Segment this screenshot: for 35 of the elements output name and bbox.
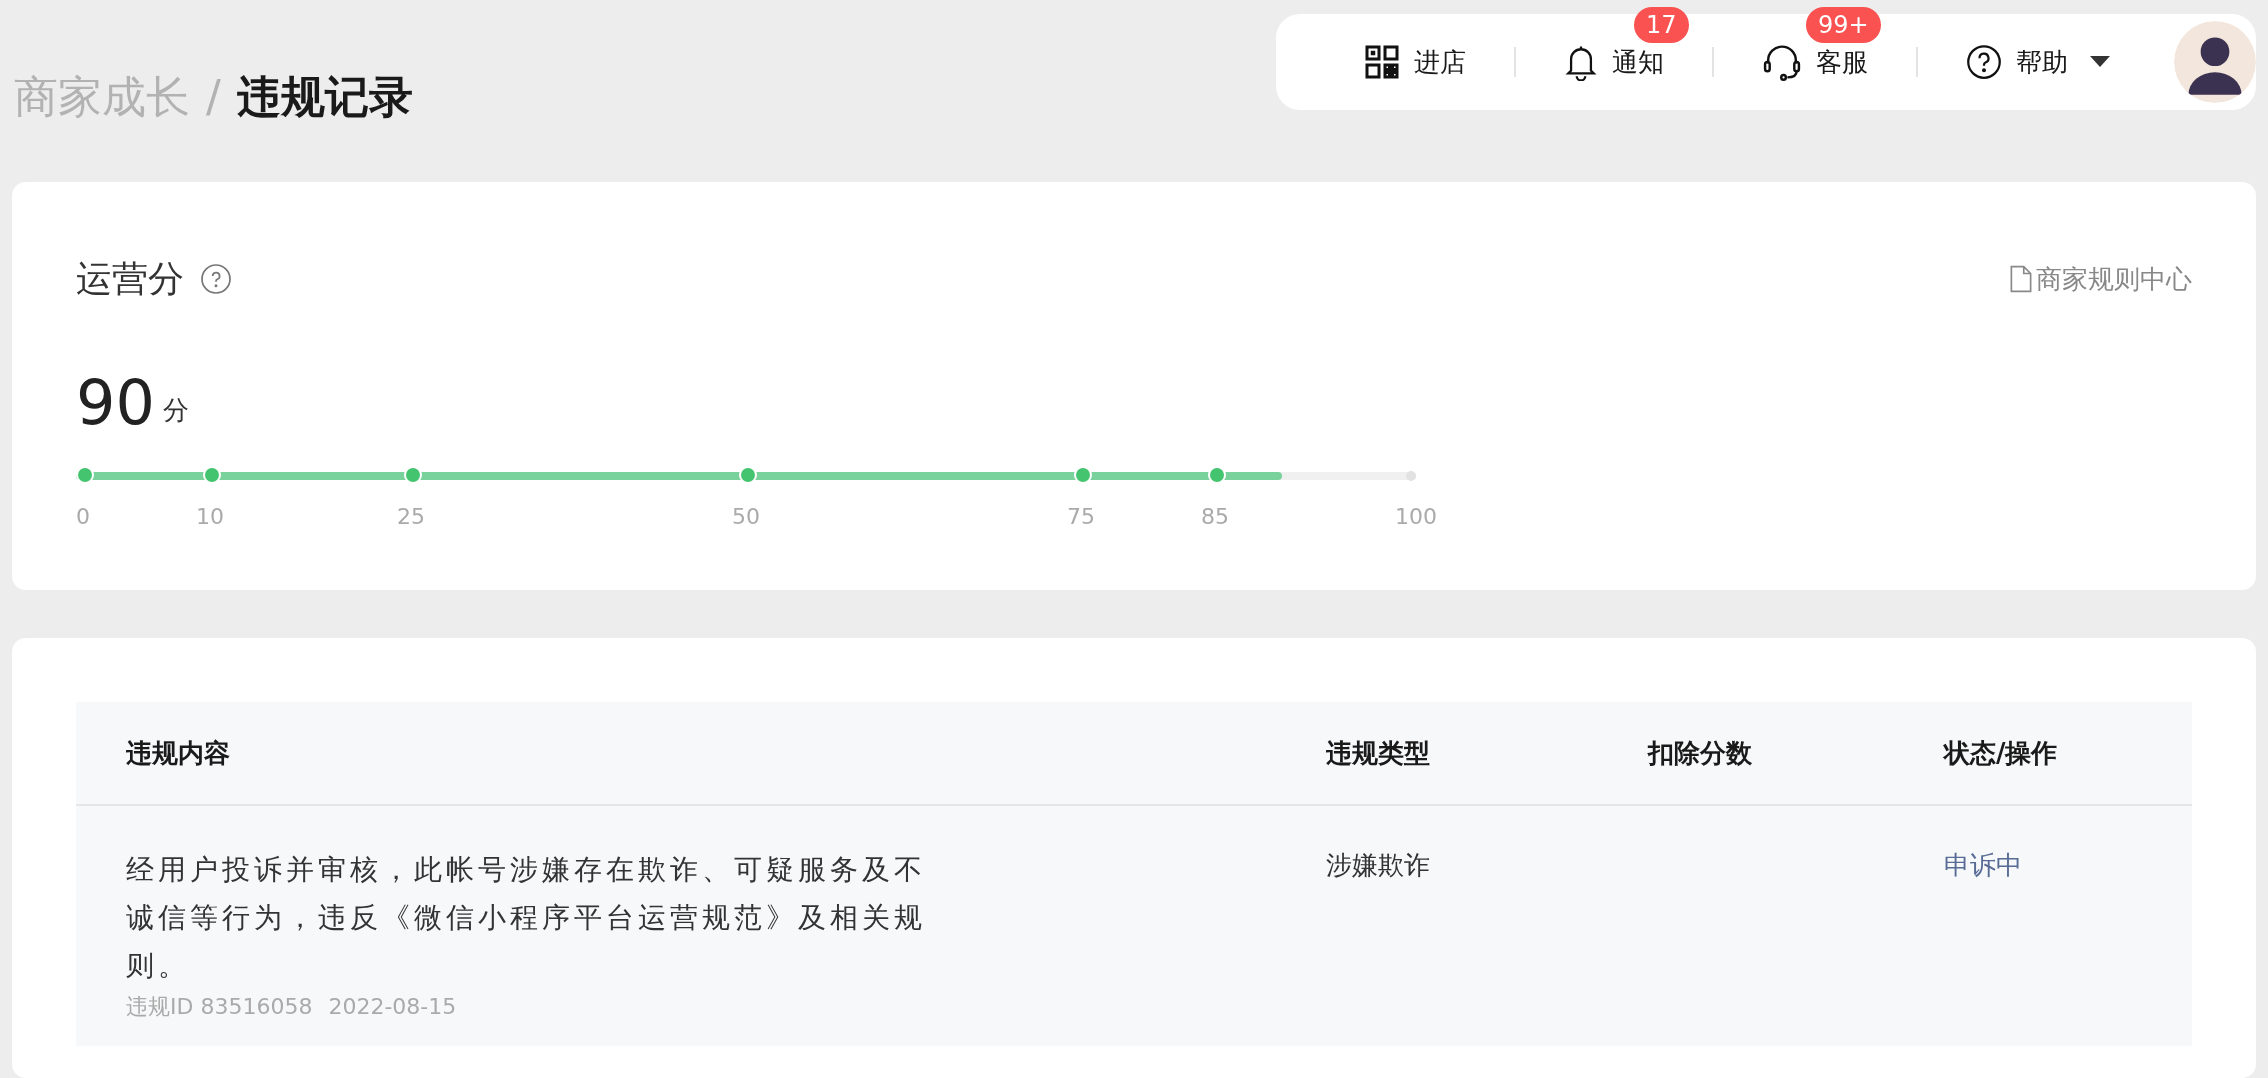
qr-code-icon <box>1364 44 1400 80</box>
column-header: 违规内容 <box>125 736 231 770</box>
breadcrumb-separator: / <box>206 70 221 124</box>
column-header: 扣除分数 <box>1648 736 1753 770</box>
violation-id: 违规ID 83516058 <box>126 993 313 1021</box>
table-cell: 涉嫌欺诈 <box>1326 850 1430 880</box>
page-title: 违规记录 <box>236 70 413 124</box>
violation-text: 经用户投诉并审核，此帐号涉嫌存在欺诈、可疑服务及不诚信等行为，违反《微信小程序平台运营规范》及相关规则。 <box>126 852 926 984</box>
score-value: 90 <box>76 372 155 434</box>
tick-label: 50 <box>732 503 760 531</box>
toolbar-button[interactable]: 帮助 <box>1918 42 2158 82</box>
section-title: 运营分 <box>76 257 184 301</box>
help-icon[interactable] <box>200 263 232 295</box>
toolbar-button[interactable]: 通知 <box>1516 42 1712 82</box>
column-header: 违规类型 <box>1326 736 1431 770</box>
tick-label: 0 <box>76 503 90 531</box>
avatar[interactable] <box>2174 21 2256 103</box>
document-icon <box>2010 265 2032 293</box>
count-badge: 99+ <box>1806 6 1881 43</box>
bell-icon <box>1564 43 1598 81</box>
tick-label: 75 <box>1067 503 1095 531</box>
column-header: 状态/操作 <box>1944 736 2059 770</box>
toolbar-button[interactable]: 进店 <box>1316 42 1514 82</box>
tick-label: 85 <box>1201 503 1229 531</box>
count-badge: 17 <box>1634 6 1689 43</box>
tick-label: 25 <box>397 503 425 531</box>
help-icon <box>1966 44 2002 80</box>
toolbar-button[interactable]: 客服 <box>1714 42 1916 82</box>
violation-date: 2022-08-15 <box>328 993 457 1021</box>
status-link[interactable]: 申诉中 <box>1944 850 2022 880</box>
tick-label: 10 <box>196 503 224 531</box>
tick-label: 100 <box>1395 503 1437 531</box>
rules-link[interactable]: 商家规则中心 <box>2010 259 2192 299</box>
headset-icon <box>1762 43 1802 81</box>
score-unit: 分 <box>162 394 189 427</box>
